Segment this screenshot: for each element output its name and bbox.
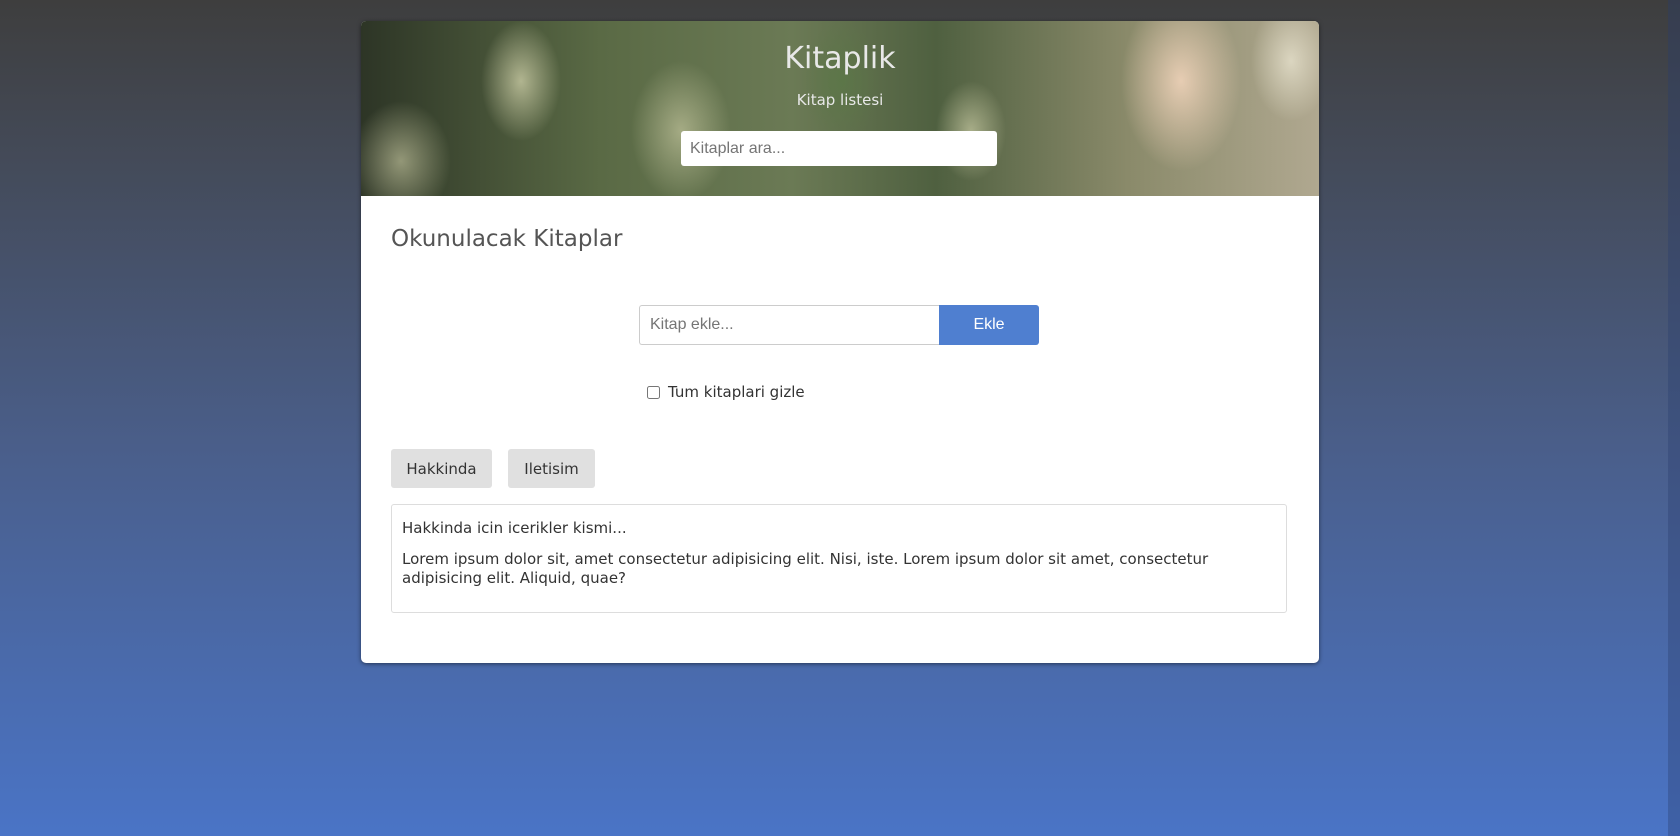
scrollbar-strip <box>1668 0 1680 836</box>
add-book-input[interactable] <box>639 305 940 345</box>
hide-all-checkbox[interactable] <box>647 385 660 399</box>
content-title: Hakkinda icin icerikler kismi... <box>402 519 627 537</box>
site-title: Kitaplik <box>784 41 896 76</box>
content-body: Lorem ipsum dolor sit, amet consectetur … <box>402 550 1209 587</box>
search-input[interactable] <box>681 131 997 166</box>
hide-all-toggle[interactable]: Tum kitaplari gizle <box>647 383 805 401</box>
tab-content-panel: Hakkinda icin icerikler kismi... Lorem i… <box>391 504 1287 613</box>
page-title: Okunulacak Kitaplar <box>391 226 623 252</box>
tab-iletisim[interactable]: Iletisim <box>508 449 595 488</box>
site-subtitle: Kitap listesi <box>796 91 884 109</box>
tab-hakkinda[interactable]: Hakkinda <box>391 449 492 488</box>
main-card: Kitaplik Kitap listesi Okunulacak Kitapl… <box>361 21 1319 663</box>
hide-all-label: Tum kitaplari gizle <box>668 383 805 401</box>
add-button[interactable]: Ekle <box>939 305 1039 345</box>
header-banner: Kitaplik Kitap listesi <box>361 21 1319 196</box>
